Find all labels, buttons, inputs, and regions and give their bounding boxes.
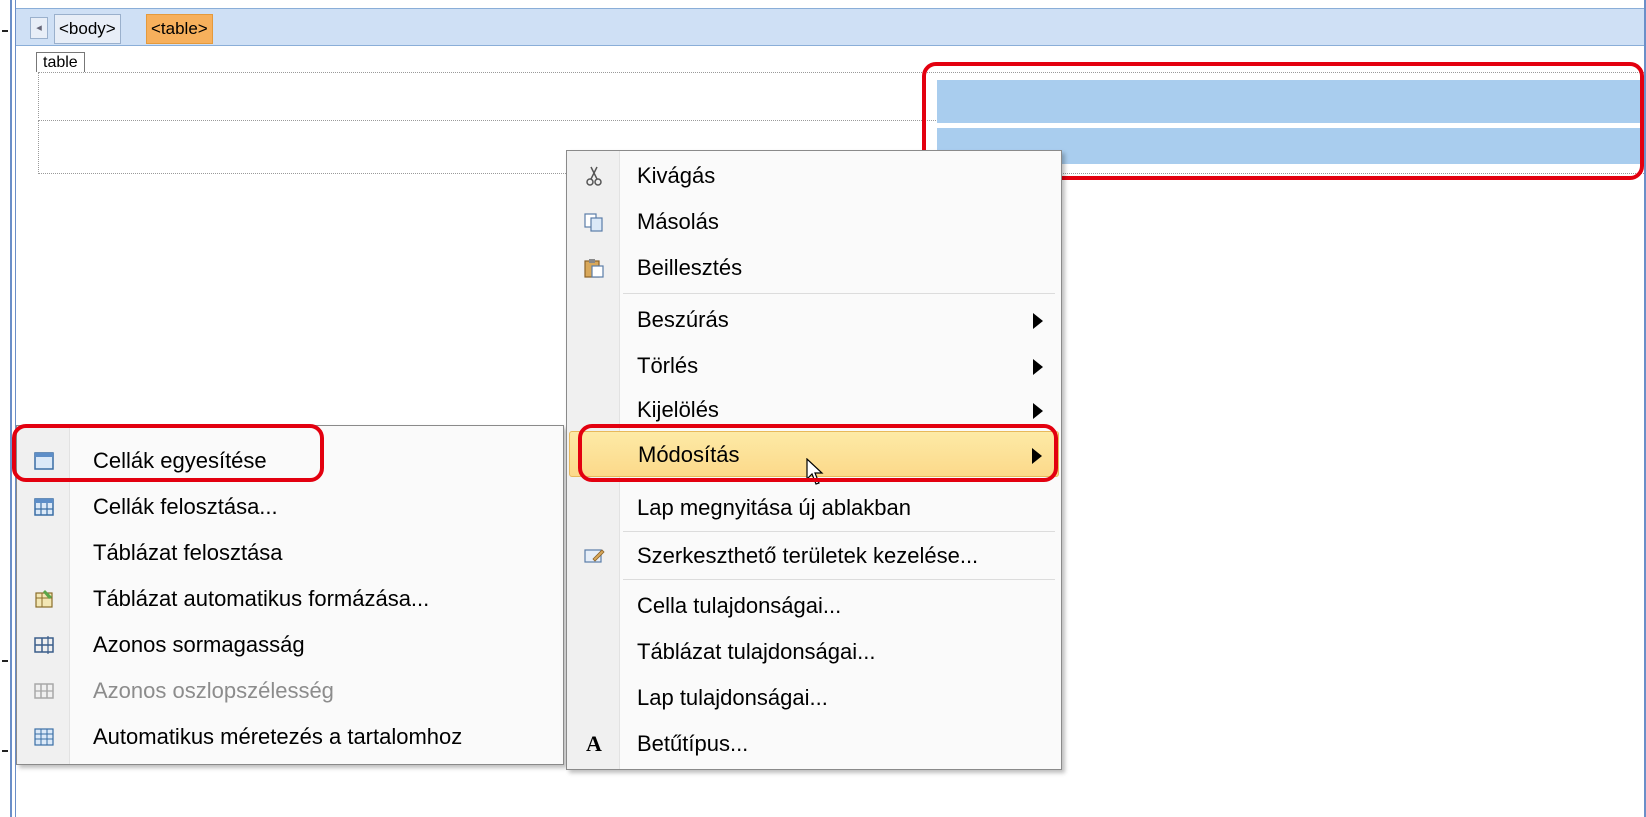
menu-item-split-cells[interactable]: Cellák felosztása... — [19, 484, 561, 530]
frame-tick — [2, 750, 8, 752]
menu-item-label: Táblázat tulajdonságai... — [637, 639, 876, 664]
menu-item-label: Másolás — [637, 209, 719, 234]
menu-item-autofit[interactable]: Automatikus méretezés a tartalomhoz — [19, 714, 561, 760]
editor-frame-left — [10, 0, 12, 817]
menu-item-label: Beillesztés — [637, 255, 743, 280]
menu-item-autoformat-table[interactable]: Táblázat automatikus formázása... — [19, 576, 561, 622]
submenu-arrow-icon — [1033, 403, 1043, 419]
menu-item-insert[interactable]: Beszúrás — [569, 297, 1059, 343]
tag-selector-bar: ◂ <body> <table> — [16, 8, 1646, 46]
menu-item-copy[interactable]: Másolás — [569, 199, 1059, 245]
menu-item-label: Cella tulajdonságai... — [637, 593, 842, 618]
submenu-arrow-icon — [1033, 313, 1043, 329]
menu-item-label: Lap megnyitása új ablakban — [637, 495, 911, 520]
autofit-icon — [34, 728, 54, 746]
menu-separator — [623, 293, 1055, 294]
menu-item-label: Automatikus méretezés a tartalomhoz — [93, 724, 463, 749]
annotation-modify — [578, 424, 1058, 482]
editable-regions-icon — [584, 549, 605, 563]
menu-item-page-properties[interactable]: Lap tulajdonságai... — [569, 675, 1059, 721]
menu-item-label: Azonos sormagasság — [93, 632, 305, 657]
menu-item-label: Cellák felosztása... — [93, 494, 278, 519]
menu-separator — [623, 579, 1055, 580]
menu-item-label: Táblázat felosztása — [93, 540, 283, 565]
menu-item-label: Táblázat automatikus formázása... — [93, 586, 430, 611]
tag-body[interactable]: <body> — [54, 14, 121, 44]
menu-item-paste[interactable]: Beillesztés — [569, 245, 1059, 291]
table-label-tab[interactable]: table — [36, 52, 85, 72]
menu-separator — [623, 531, 1055, 532]
menu-item-label: Lap tulajdonságai... — [637, 685, 828, 710]
paste-icon — [584, 259, 604, 278]
distribute-rows-icon — [34, 636, 54, 654]
menu-item-open-in-new-window[interactable]: Lap megnyitása új ablakban — [569, 485, 1059, 531]
menu-item-distribute-rows[interactable]: Azonos sormagasság — [19, 622, 561, 668]
copy-icon — [584, 213, 603, 232]
font-icon: A — [586, 731, 602, 756]
distribute-columns-icon — [34, 683, 54, 699]
annotation-merge-cells — [12, 424, 324, 482]
menu-item-manage-editable-regions[interactable]: Szerkeszthető területek kezelése... — [569, 533, 1059, 579]
autoformat-icon — [35, 590, 53, 608]
menu-item-split-table[interactable]: Táblázat felosztása — [19, 530, 561, 576]
menu-item-label: Beszúrás — [637, 307, 729, 332]
menu-item-font[interactable]: A Betűtípus... — [569, 721, 1059, 767]
tag-scroll-left-button[interactable]: ◂ — [30, 17, 48, 39]
frame-tick — [2, 30, 8, 32]
menu-item-distribute-columns[interactable]: Azonos oszlopszélesség — [19, 668, 561, 714]
split-cells-icon — [34, 498, 54, 516]
menu-item-table-properties[interactable]: Táblázat tulajdonságai... — [569, 629, 1059, 675]
menu-item-label: Törlés — [637, 353, 699, 378]
tag-table-selected[interactable]: <table> — [146, 14, 213, 44]
scissors-icon — [586, 166, 602, 186]
submenu-arrow-icon — [1033, 359, 1043, 375]
menu-item-delete[interactable]: Törlés — [569, 343, 1059, 389]
menu-item-cut[interactable]: Kivágás — [569, 153, 1059, 199]
menu-item-label: Szerkeszthető területek kezelése... — [637, 543, 979, 568]
menu-item-cell-properties[interactable]: Cella tulajdonságai... — [569, 583, 1059, 629]
frame-tick — [2, 660, 8, 662]
menu-item-label: Betűtípus... — [637, 731, 749, 756]
menu-item-label: Azonos oszlopszélesség — [93, 678, 334, 703]
menu-item-label: Kivágás — [637, 163, 716, 188]
